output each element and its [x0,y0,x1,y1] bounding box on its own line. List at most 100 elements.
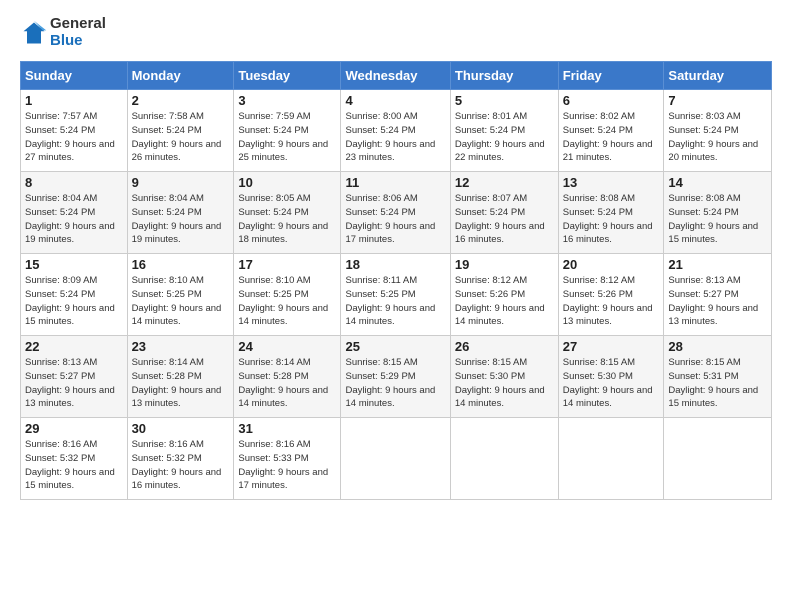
calendar-cell: 30 Sunrise: 8:16 AM Sunset: 5:32 PM Dayl… [127,418,234,500]
calendar-cell: 14 Sunrise: 8:08 AM Sunset: 5:24 PM Dayl… [664,172,772,254]
day-info: Sunrise: 8:15 AM Sunset: 5:30 PM Dayligh… [563,356,660,411]
calendar-cell: 25 Sunrise: 8:15 AM Sunset: 5:29 PM Dayl… [341,336,450,418]
day-info: Sunrise: 8:14 AM Sunset: 5:28 PM Dayligh… [238,356,336,411]
day-info: Sunrise: 8:08 AM Sunset: 5:24 PM Dayligh… [668,192,767,247]
day-number: 28 [668,339,767,354]
day-info: Sunrise: 8:14 AM Sunset: 5:28 PM Dayligh… [132,356,230,411]
calendar-week-row: 15 Sunrise: 8:09 AM Sunset: 5:24 PM Dayl… [21,254,772,336]
day-info: Sunrise: 8:15 AM Sunset: 5:29 PM Dayligh… [345,356,445,411]
calendar-day-header: Tuesday [234,62,341,90]
day-info: Sunrise: 8:15 AM Sunset: 5:30 PM Dayligh… [455,356,554,411]
calendar-cell: 28 Sunrise: 8:15 AM Sunset: 5:31 PM Dayl… [664,336,772,418]
day-number: 23 [132,339,230,354]
calendar-cell: 29 Sunrise: 8:16 AM Sunset: 5:32 PM Dayl… [21,418,128,500]
calendar-cell [450,418,558,500]
day-number: 3 [238,93,336,108]
calendar-day-header: Thursday [450,62,558,90]
logo-icon [20,19,48,47]
page-container: General Blue SundayMondayTuesdayWednesda… [0,0,792,510]
day-info: Sunrise: 7:58 AM Sunset: 5:24 PM Dayligh… [132,110,230,165]
calendar-cell: 18 Sunrise: 8:11 AM Sunset: 5:25 PM Dayl… [341,254,450,336]
calendar-cell: 16 Sunrise: 8:10 AM Sunset: 5:25 PM Dayl… [127,254,234,336]
day-number: 5 [455,93,554,108]
day-number: 17 [238,257,336,272]
day-number: 13 [563,175,660,190]
calendar-cell [341,418,450,500]
calendar-cell: 20 Sunrise: 8:12 AM Sunset: 5:26 PM Dayl… [558,254,664,336]
day-info: Sunrise: 8:10 AM Sunset: 5:25 PM Dayligh… [132,274,230,329]
day-info: Sunrise: 8:07 AM Sunset: 5:24 PM Dayligh… [455,192,554,247]
day-number: 1 [25,93,123,108]
calendar-cell: 1 Sunrise: 7:57 AM Sunset: 5:24 PM Dayli… [21,90,128,172]
day-number: 25 [345,339,445,354]
calendar-cell: 15 Sunrise: 8:09 AM Sunset: 5:24 PM Dayl… [21,254,128,336]
day-info: Sunrise: 8:02 AM Sunset: 5:24 PM Dayligh… [563,110,660,165]
logo-text-blue: Blue [50,33,106,50]
day-number: 16 [132,257,230,272]
day-number: 2 [132,93,230,108]
day-number: 14 [668,175,767,190]
calendar-cell: 8 Sunrise: 8:04 AM Sunset: 5:24 PM Dayli… [21,172,128,254]
logo-text-general: General [50,16,106,33]
day-info: Sunrise: 8:03 AM Sunset: 5:24 PM Dayligh… [668,110,767,165]
calendar-day-header: Friday [558,62,664,90]
day-number: 7 [668,93,767,108]
day-info: Sunrise: 8:16 AM Sunset: 5:33 PM Dayligh… [238,438,336,493]
day-number: 24 [238,339,336,354]
calendar-cell: 11 Sunrise: 8:06 AM Sunset: 5:24 PM Dayl… [341,172,450,254]
calendar-cell: 31 Sunrise: 8:16 AM Sunset: 5:33 PM Dayl… [234,418,341,500]
calendar-cell: 22 Sunrise: 8:13 AM Sunset: 5:27 PM Dayl… [21,336,128,418]
day-number: 22 [25,339,123,354]
logo: General Blue [20,16,106,49]
day-info: Sunrise: 8:04 AM Sunset: 5:24 PM Dayligh… [25,192,123,247]
calendar-cell: 6 Sunrise: 8:02 AM Sunset: 5:24 PM Dayli… [558,90,664,172]
day-number: 19 [455,257,554,272]
day-info: Sunrise: 8:05 AM Sunset: 5:24 PM Dayligh… [238,192,336,247]
calendar: SundayMondayTuesdayWednesdayThursdayFrid… [20,61,772,500]
calendar-cell: 19 Sunrise: 8:12 AM Sunset: 5:26 PM Dayl… [450,254,558,336]
day-number: 31 [238,421,336,436]
day-number: 8 [25,175,123,190]
calendar-cell: 12 Sunrise: 8:07 AM Sunset: 5:24 PM Dayl… [450,172,558,254]
day-info: Sunrise: 8:16 AM Sunset: 5:32 PM Dayligh… [132,438,230,493]
day-info: Sunrise: 7:57 AM Sunset: 5:24 PM Dayligh… [25,110,123,165]
day-number: 15 [25,257,123,272]
calendar-cell: 3 Sunrise: 7:59 AM Sunset: 5:24 PM Dayli… [234,90,341,172]
calendar-day-header: Wednesday [341,62,450,90]
day-info: Sunrise: 8:04 AM Sunset: 5:24 PM Dayligh… [132,192,230,247]
day-number: 26 [455,339,554,354]
calendar-cell: 5 Sunrise: 8:01 AM Sunset: 5:24 PM Dayli… [450,90,558,172]
day-number: 27 [563,339,660,354]
calendar-cell: 10 Sunrise: 8:05 AM Sunset: 5:24 PM Dayl… [234,172,341,254]
day-info: Sunrise: 8:00 AM Sunset: 5:24 PM Dayligh… [345,110,445,165]
day-info: Sunrise: 8:13 AM Sunset: 5:27 PM Dayligh… [25,356,123,411]
day-number: 6 [563,93,660,108]
day-info: Sunrise: 8:10 AM Sunset: 5:25 PM Dayligh… [238,274,336,329]
calendar-cell: 24 Sunrise: 8:14 AM Sunset: 5:28 PM Dayl… [234,336,341,418]
calendar-cell: 9 Sunrise: 8:04 AM Sunset: 5:24 PM Dayli… [127,172,234,254]
calendar-day-header: Saturday [664,62,772,90]
calendar-header-row: SundayMondayTuesdayWednesdayThursdayFrid… [21,62,772,90]
day-number: 11 [345,175,445,190]
calendar-week-row: 8 Sunrise: 8:04 AM Sunset: 5:24 PM Dayli… [21,172,772,254]
header: General Blue [20,16,772,49]
day-info: Sunrise: 8:13 AM Sunset: 5:27 PM Dayligh… [668,274,767,329]
day-number: 21 [668,257,767,272]
calendar-cell: 4 Sunrise: 8:00 AM Sunset: 5:24 PM Dayli… [341,90,450,172]
calendar-cell: 23 Sunrise: 8:14 AM Sunset: 5:28 PM Dayl… [127,336,234,418]
calendar-cell [558,418,664,500]
day-number: 10 [238,175,336,190]
calendar-week-row: 22 Sunrise: 8:13 AM Sunset: 5:27 PM Dayl… [21,336,772,418]
calendar-cell: 17 Sunrise: 8:10 AM Sunset: 5:25 PM Dayl… [234,254,341,336]
calendar-day-header: Sunday [21,62,128,90]
day-info: Sunrise: 8:01 AM Sunset: 5:24 PM Dayligh… [455,110,554,165]
calendar-cell [664,418,772,500]
calendar-cell: 13 Sunrise: 8:08 AM Sunset: 5:24 PM Dayl… [558,172,664,254]
calendar-cell: 7 Sunrise: 8:03 AM Sunset: 5:24 PM Dayli… [664,90,772,172]
day-info: Sunrise: 8:15 AM Sunset: 5:31 PM Dayligh… [668,356,767,411]
day-number: 29 [25,421,123,436]
calendar-cell: 26 Sunrise: 8:15 AM Sunset: 5:30 PM Dayl… [450,336,558,418]
calendar-week-row: 1 Sunrise: 7:57 AM Sunset: 5:24 PM Dayli… [21,90,772,172]
calendar-cell: 2 Sunrise: 7:58 AM Sunset: 5:24 PM Dayli… [127,90,234,172]
day-info: Sunrise: 8:12 AM Sunset: 5:26 PM Dayligh… [563,274,660,329]
